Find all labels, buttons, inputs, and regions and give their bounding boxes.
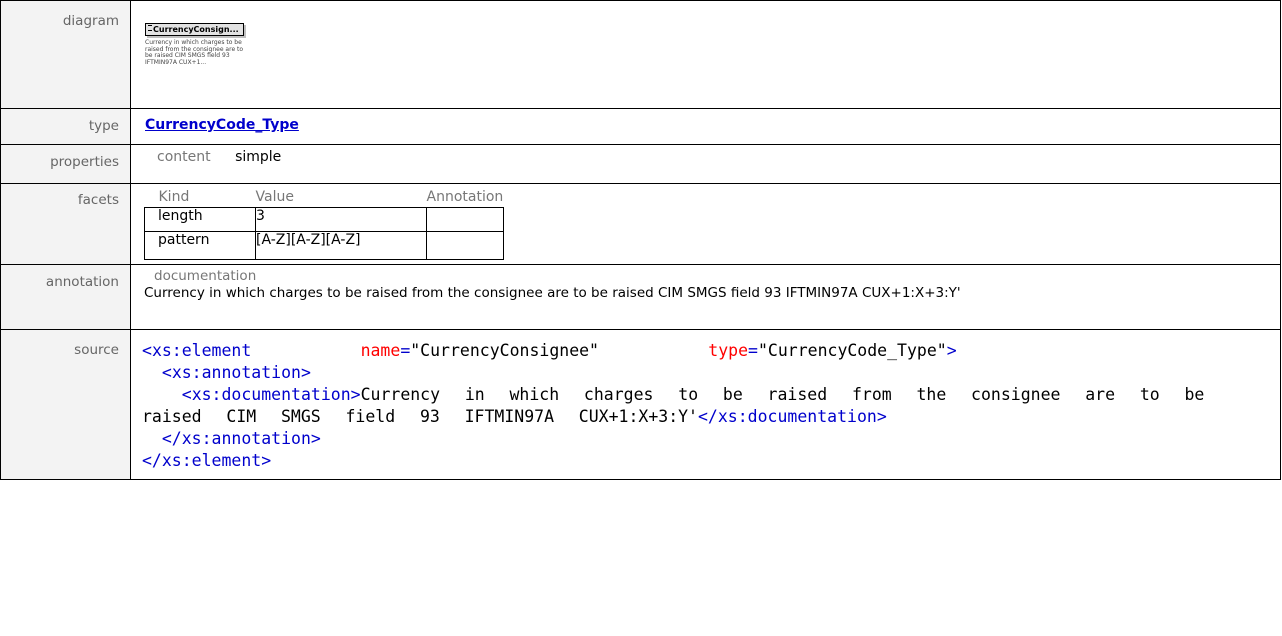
properties-cell: content simple xyxy=(130,144,1281,184)
diagram-label: diagram xyxy=(0,0,131,109)
facet-row: pattern [A-Z][A-Z][A-Z] xyxy=(144,230,504,260)
source-documentation-tag: xs:documentation xyxy=(191,384,351,404)
source-attr2-name: type xyxy=(708,340,749,360)
diagram-element-name: CurrencyConsign... xyxy=(153,25,239,34)
facet-value: [A-Z][A-Z][A-Z] xyxy=(255,230,427,260)
diagram: CurrencyConsign... Currency in which cha… xyxy=(145,20,255,66)
source-label: source xyxy=(0,328,131,480)
source-close-tag: xs:element xyxy=(161,450,262,470)
facets-header-annotation: Annotation xyxy=(426,188,504,205)
annotation-label: annotation xyxy=(0,263,131,330)
property-value: simple xyxy=(235,149,282,165)
type-label: type xyxy=(0,108,131,145)
source-cell: <xs:element name="CurrencyConsignee" typ… xyxy=(130,328,1281,480)
source-documentation-close-tag: xs:documentation xyxy=(717,406,877,426)
facet-row: length 3 xyxy=(144,206,504,232)
source-code: <xs:element name="CurrencyConsignee" typ… xyxy=(142,340,1230,470)
source-open-tag: xs:element xyxy=(151,340,252,360)
diagram-doc-snippet: Currency in which charges to be raised f… xyxy=(145,39,244,66)
source-attr1-name: name xyxy=(360,340,401,360)
type-cell: CurrencyCode_Type xyxy=(130,108,1281,145)
element-sequence-icon xyxy=(148,25,152,31)
source-attr1-value: "CurrencyConsignee" xyxy=(410,340,599,360)
facets-header-value: Value xyxy=(255,188,294,205)
facets-header-kind: Kind xyxy=(158,188,190,205)
facets-cell: Kind Value Annotation length 3 pattern [… xyxy=(130,183,1281,265)
facet-value: 3 xyxy=(255,206,427,232)
facet-kind: pattern xyxy=(144,230,256,260)
type-link[interactable]: CurrencyCode_Type xyxy=(145,117,299,133)
source-attr2-value: "CurrencyCode_Type" xyxy=(757,340,947,360)
facet-kind: length xyxy=(144,206,256,232)
facet-annotation xyxy=(426,230,504,260)
property-key: content xyxy=(157,149,211,165)
source-annotation-tag: xs:annotation xyxy=(171,362,301,382)
annotation-doc-text: Currency in which charges to be raised f… xyxy=(144,284,961,301)
properties-label: properties xyxy=(0,144,131,184)
source-annotation-close-tag: xs:annotation xyxy=(181,428,311,448)
annotation-doc-title: documentation xyxy=(154,267,257,284)
annotation-cell: documentation Currency in which charges … xyxy=(130,263,1281,330)
facet-annotation xyxy=(426,206,504,232)
element-doc-table: diagram CurrencyConsign... Currency in w… xyxy=(0,0,1281,480)
facets-table: Kind Value Annotation length 3 pattern [… xyxy=(144,187,504,260)
facets-label: facets xyxy=(0,183,131,265)
diagram-cell: CurrencyConsign... Currency in which cha… xyxy=(130,0,1281,109)
diagram-element-box[interactable]: CurrencyConsign... xyxy=(145,23,244,36)
